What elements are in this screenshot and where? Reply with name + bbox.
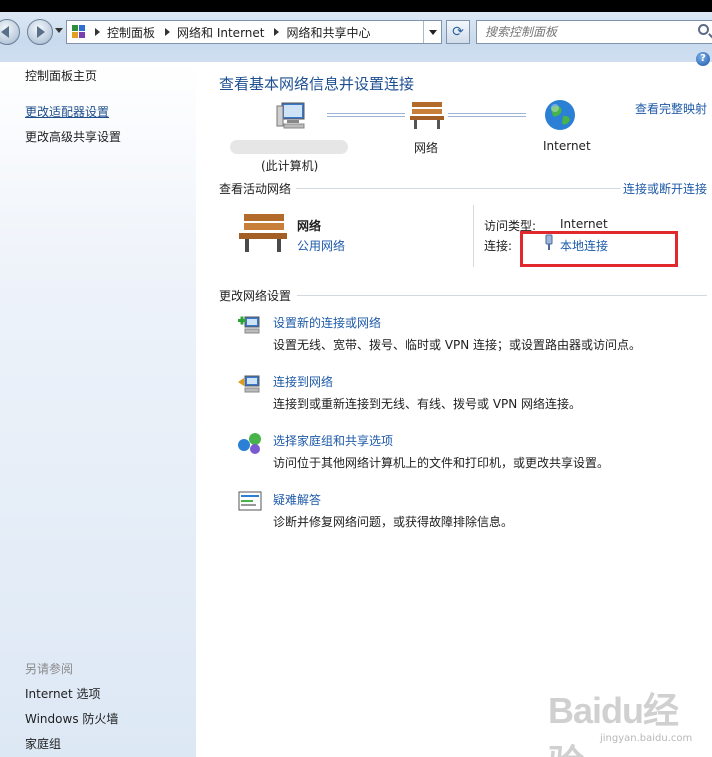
sidebar-change-adapter-settings[interactable]: 更改适配器设置	[25, 103, 109, 120]
active-networks-heading: 查看活动网络	[219, 182, 292, 196]
search-input[interactable]	[477, 21, 687, 43]
task-homegroup-desc: 访问位于其他网络计算机上的文件和打印机，或更改共享设置。	[273, 456, 610, 470]
forward-arrow-icon	[37, 26, 45, 38]
see-also-heading: 另请参阅	[25, 662, 74, 676]
access-type-value: Internet	[560, 217, 608, 231]
public-network-bench-icon	[236, 212, 290, 254]
help-icon[interactable]: ?	[696, 52, 710, 66]
connections-label: 连接:	[484, 239, 513, 253]
breadcrumb-network-internet[interactable]: 网络和 Internet	[177, 24, 266, 41]
breadcrumb-control-panel[interactable]: 控制面板	[107, 24, 157, 41]
highlight-box	[520, 231, 678, 267]
connection-line	[327, 113, 405, 117]
internet-label: Internet	[543, 139, 591, 153]
task-connect-network-link[interactable]: 连接到网络	[273, 373, 333, 390]
refresh-button[interactable]: ⟳	[446, 20, 470, 44]
sidebar-homegroup[interactable]: 家庭组	[25, 735, 61, 752]
page-title: 查看基本网络信息并设置连接	[219, 75, 415, 93]
address-dropdown-button[interactable]	[423, 21, 441, 43]
computer-name-redacted	[230, 140, 348, 154]
view-full-map-link[interactable]: 查看完整映射	[635, 100, 707, 117]
search-icon[interactable]	[698, 24, 709, 35]
connect-network-icon	[237, 372, 263, 396]
sidebar-control-panel-home[interactable]: 控制面板主页	[25, 67, 97, 84]
address-bar: 控制面板 网络和 Internet 网络和共享中心 ⟳	[0, 0, 712, 62]
baidu-watermark-logo: Baidu经验	[548, 690, 679, 757]
chevron-down-icon	[428, 29, 437, 35]
sidebar-change-advanced-sharing[interactable]: 更改高级共享设置	[25, 128, 121, 145]
task-connect-network-desc: 连接到或重新连接到无线、有线、拨号或 VPN 网络连接。	[273, 397, 582, 411]
computer-icon	[274, 100, 310, 132]
back-arrow-icon	[1, 26, 9, 38]
new-connection-icon	[237, 313, 263, 337]
search-box[interactable]	[476, 20, 712, 44]
control-panel-icon	[71, 24, 87, 40]
back-button[interactable]	[0, 19, 20, 45]
sidebar-internet-options[interactable]: Internet 选项	[25, 685, 100, 702]
homegroup-icon	[237, 431, 263, 455]
task-new-connection-link[interactable]: 设置新的连接或网络	[273, 314, 381, 331]
connection-line	[448, 113, 526, 117]
recent-pages-dropdown[interactable]	[55, 28, 63, 33]
forward-button[interactable]	[27, 19, 53, 45]
chevron-right-icon[interactable]	[274, 28, 280, 36]
troubleshoot-icon	[237, 490, 263, 514]
sidebar-windows-firewall[interactable]: Windows 防火墙	[25, 710, 118, 727]
refresh-icon: ⟳	[452, 24, 464, 40]
task-homegroup-link[interactable]: 选择家庭组和共享选项	[273, 432, 393, 449]
computer-label: (此计算机)	[261, 159, 319, 173]
bench-icon	[408, 100, 446, 130]
breadcrumb-network-sharing-center[interactable]: 网络和共享中心	[286, 24, 372, 41]
vertical-divider	[473, 205, 474, 267]
divider	[296, 188, 620, 189]
change-settings-heading: 更改网络设置	[219, 289, 292, 303]
sidebar: 控制面板主页 更改适配器设置 更改高级共享设置 另请参阅 Internet 选项…	[0, 62, 196, 757]
connect-disconnect-link[interactable]: 连接或断开连接	[623, 180, 707, 197]
chevron-right-icon[interactable]	[95, 28, 100, 36]
divider	[297, 295, 707, 296]
breadcrumb[interactable]: 控制面板 网络和 Internet 网络和共享中心	[66, 20, 442, 44]
public-network-link[interactable]: 公用网络	[297, 237, 345, 254]
task-troubleshoot-link[interactable]: 疑难解答	[273, 491, 321, 508]
task-troubleshoot-desc: 诊断并修复网络问题，或获得故障排除信息。	[273, 515, 514, 529]
active-network-name: 网络	[297, 219, 322, 233]
chevron-right-icon[interactable]	[165, 28, 171, 36]
globe-icon	[543, 98, 577, 132]
network-label: 网络	[414, 141, 439, 155]
baidu-watermark-url: jingyan.baidu.com	[600, 733, 693, 744]
task-new-connection-desc: 设置无线、宽带、拨号、临时或 VPN 连接；或设置路由器或访问点。	[273, 338, 642, 352]
title-strip	[0, 0, 712, 12]
